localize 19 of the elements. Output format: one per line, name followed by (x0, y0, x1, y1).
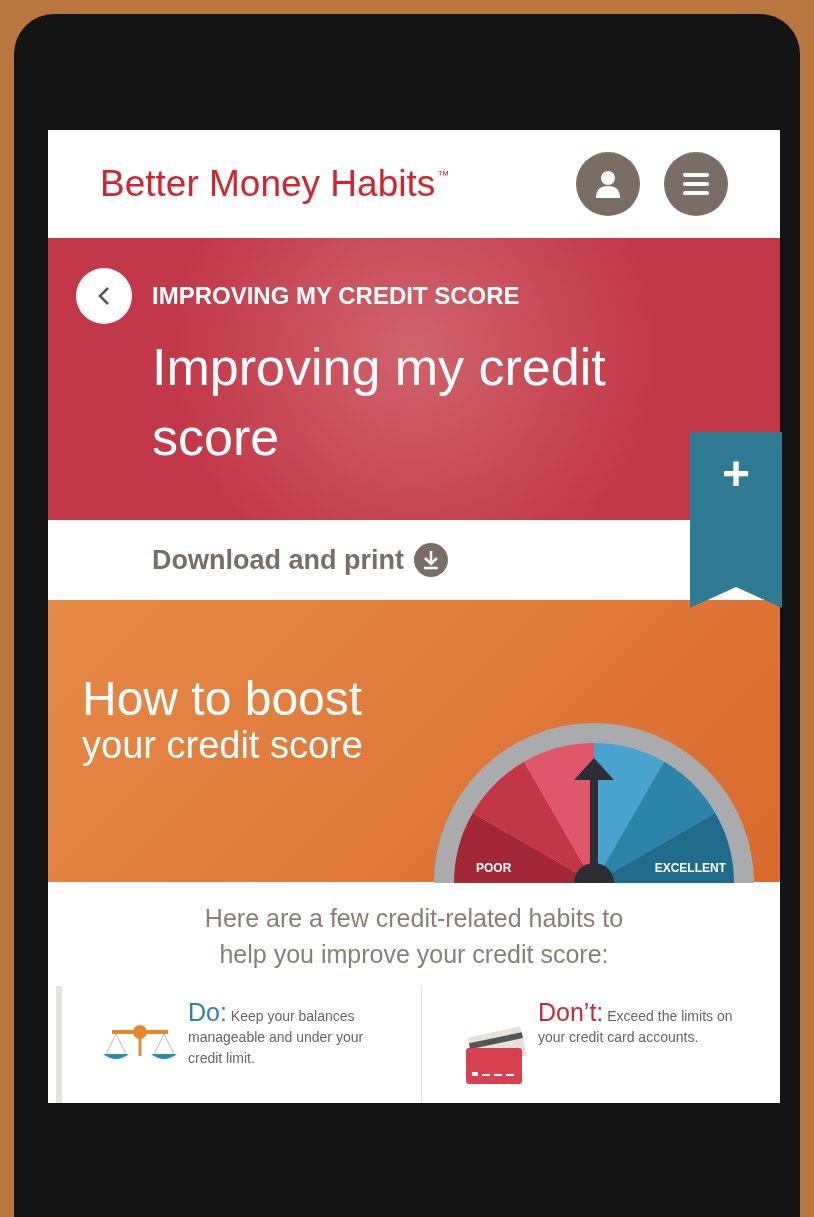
tip-text: Do:Keep your balances manageable and under your credit limit. (188, 1002, 365, 1068)
gauge-label: EXCELLENT (654, 860, 726, 877)
logo[interactable]: Better Money Habits (100, 156, 436, 212)
tip-text: Don’t:Exceed the limits on your credit card accounts. (538, 1002, 734, 1047)
trademark: ™ (437, 167, 450, 185)
hero-title: How to boost (82, 674, 363, 724)
bookmark-ribbon[interactable]: + (690, 432, 782, 608)
intro-text: Here are a few credit-related habits to help you improve your credit score: (203, 903, 625, 970)
chevron-left-icon (98, 286, 110, 306)
back-button[interactable] (76, 268, 132, 324)
breadcrumb: IMPROVING MY CREDIT SCORE (152, 281, 520, 311)
download-icon (414, 543, 448, 577)
download-link[interactable]: Download and print (152, 539, 448, 581)
add-sign: + (722, 450, 750, 502)
gauge-label: POOR (476, 860, 512, 877)
hero-subtitle: your credit score (82, 724, 363, 766)
menu-icon (683, 173, 709, 195)
person-icon (595, 170, 621, 198)
page-title: Improving my credit score (152, 337, 607, 468)
